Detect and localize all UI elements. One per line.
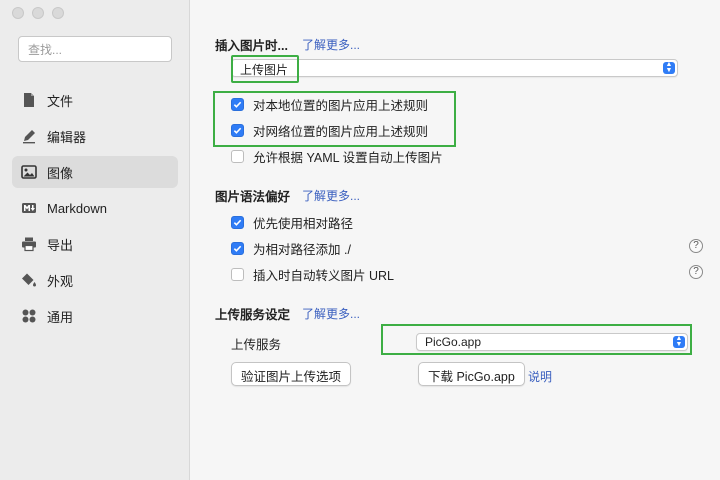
upload-section-title: 上传服务设定 [215,308,291,322]
highlight-box-action [231,55,299,83]
checkbox-unchecked[interactable] [231,268,244,281]
sidebar-item-general[interactable]: 通用 [12,300,178,332]
close-button[interactable] [12,7,24,19]
sidebar-item-editor[interactable]: 编辑器 [12,120,178,152]
option-yaml-upload[interactable]: 允许根据 YAML 设置自动上传图片 [231,147,443,166]
upload-service-select[interactable]: PicGo.app ▲ ▼ [416,333,688,351]
option-label: 为相对路径添加 ./ [253,243,351,257]
option-label: 对网络位置的图片应用上述规则 [253,125,429,139]
printer-icon [20,235,38,253]
image-icon [20,163,38,181]
option-label: 对本地位置的图片应用上述规则 [253,99,429,113]
sidebar: 查找... 文件 编辑器 图像 Markdown 导出 外观 通用 [0,0,190,480]
sidebar-item-label: 编辑器 [47,129,87,145]
sidebar-item-label: 通用 [47,309,74,325]
checkbox-checked[interactable] [231,242,244,255]
search-input[interactable]: 查找... [18,36,172,62]
option-label: 优先使用相对路径 [253,217,354,231]
explain-link[interactable]: 说明 [528,368,552,385]
verify-upload-button[interactable]: 验证图片上传选项 [231,362,352,386]
sidebar-item-label: 外观 [47,273,74,289]
paint-bucket-icon [20,271,38,289]
checkbox-checked[interactable] [231,124,244,137]
file-icon [20,91,38,109]
option-local-images[interactable]: 对本地位置的图片应用上述规则 [231,95,428,114]
sidebar-item-appearance[interactable]: 外观 [12,264,178,296]
sidebar-nav: 文件 编辑器 图像 Markdown 导出 外观 通用 [12,84,178,336]
checkbox-checked[interactable] [231,98,244,111]
sidebar-item-export[interactable]: 导出 [12,228,178,260]
option-label: 插入时自动转义图片 URL [253,269,394,283]
sidebar-item-image[interactable]: 图像 [12,156,178,188]
sidebar-item-file[interactable]: 文件 [12,84,178,116]
upload-learn-more-link[interactable]: 了解更多... [302,305,360,322]
syntax-learn-more-link[interactable]: 了解更多... [302,187,360,204]
sidebar-item-label: 文件 [47,93,74,109]
zoom-button[interactable] [52,7,64,19]
help-icon[interactable]: ? [689,239,703,253]
grid-icon [20,307,38,325]
checkbox-unchecked[interactable] [231,150,244,163]
upload-service-label: 上传服务 [231,338,282,352]
sidebar-item-label: 导出 [47,237,74,253]
help-icon[interactable]: ? [689,265,703,279]
option-relative-path[interactable]: 优先使用相对路径 [231,213,353,232]
markdown-icon [20,199,38,217]
preferences-window: 查找... 文件 编辑器 图像 Markdown 导出 外观 通用 插入图片时.… [0,0,720,480]
option-label: 允许根据 YAML 设置自动上传图片 [253,151,443,165]
pen-icon [20,127,38,145]
insert-learn-more-link[interactable]: 了解更多... [302,36,360,53]
sidebar-item-label: Markdown [47,200,107,216]
window-controls [12,7,64,19]
option-dot-slash[interactable]: 为相对路径添加 ./ [231,239,351,258]
download-picgo-button[interactable]: 下载 PicGo.app [418,362,525,386]
settings-panel: 插入图片时... 了解更多... 上传图片 ▲ ▼ 对本地位置的图片应用上述规则 … [191,0,720,480]
checkbox-checked[interactable] [231,216,244,229]
option-escape-url[interactable]: 插入时自动转义图片 URL [231,265,394,284]
insert-section-title: 插入图片时... [215,39,288,53]
chevron-up-down-icon: ▲ ▼ [663,61,675,74]
sidebar-item-markdown[interactable]: Markdown [12,192,178,224]
upload-service-value: PicGo.app [425,335,482,349]
chevron-up-down-icon: ▲ ▼ [673,335,685,348]
syntax-section-title: 图片语法偏好 [215,190,291,204]
option-network-images[interactable]: 对网络位置的图片应用上述规则 [231,121,428,140]
minimize-button[interactable] [32,7,44,19]
sidebar-item-label: 图像 [47,165,74,181]
